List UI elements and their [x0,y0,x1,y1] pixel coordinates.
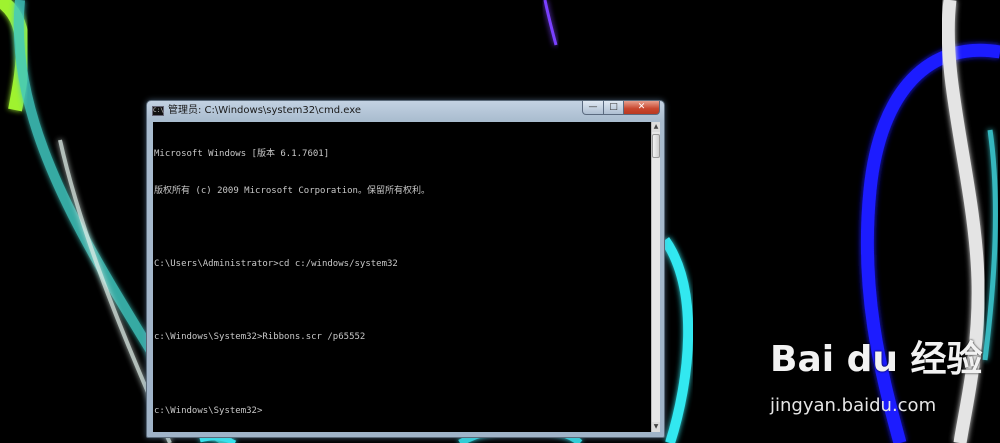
console-prompt-line: c:\Windows\System32> [154,405,263,416]
minimize-button[interactable]: — [582,101,604,115]
scroll-thumb[interactable] [652,134,660,158]
baidu-jingyan-watermark: Bai du 经验 jingyan.baidu.com [770,335,983,430]
ribbon-cyan-right [982,129,998,361]
close-button[interactable]: ✕ [624,101,660,115]
maximize-button[interactable]: □ [604,101,624,115]
ribbon-cyan-low [199,435,237,443]
console-line: Microsoft Windows [版本 6.1.7601] [154,149,330,160]
baidu-logo: Bai du 经验 [770,339,983,380]
ribbon-purple [543,0,558,46]
scroll-up-arrow-icon[interactable]: ▲ [652,122,660,132]
console-line: C:\Users\Administrator>cd c:/windows/sys… [154,259,398,270]
desktop-background: C:\ 管理员: C:\Windows\system32\cmd.exe — □… [0,0,1000,443]
vertical-scrollbar[interactable]: ▲ ▼ [651,122,660,432]
console-output-area[interactable]: Microsoft Windows [版本 6.1.7601] 版权所有 (c)… [153,122,651,432]
console-line: c:\Windows\System32>Ribbons.scr /p65552 [154,332,366,343]
cmd-window[interactable]: C:\ 管理员: C:\Windows\system32\cmd.exe — □… [146,100,665,438]
console-text: Microsoft Windows [版本 6.1.7601] 版权所有 (c)… [154,124,430,432]
title-bar[interactable]: C:\ 管理员: C:\Windows\system32\cmd.exe — □… [147,101,664,121]
watermark-url: jingyan.baidu.com [770,395,937,416]
cmd-icon[interactable]: C:\ [152,106,164,116]
ribbon-cyan-middle [660,237,694,443]
console-line: 版权所有 (c) 2009 Microsoft Corporation。保留所有… [154,186,430,196]
scroll-down-arrow-icon[interactable]: ▼ [652,422,660,432]
window-title: 管理员: C:\Windows\system32\cmd.exe [168,105,362,116]
